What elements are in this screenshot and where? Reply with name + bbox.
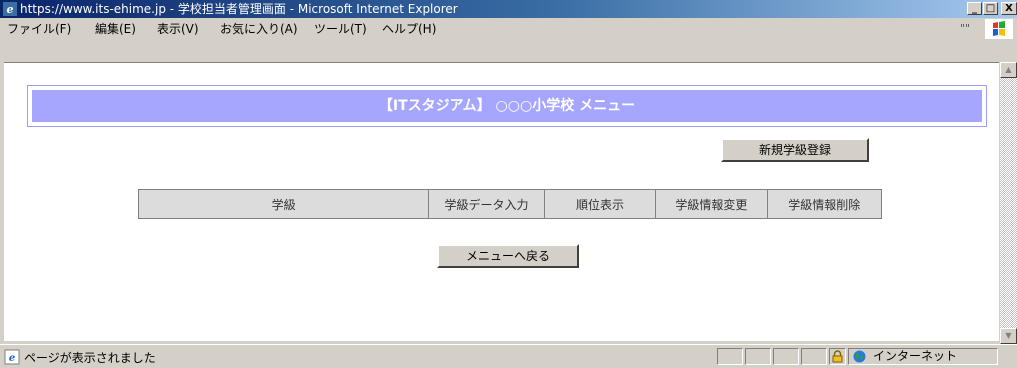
svg-text:e: e xyxy=(9,353,15,364)
menu-file[interactable]: ファイル(F) xyxy=(7,22,71,36)
banner-frame: 【ITスタジアム】 ○○○小学校 メニュー xyxy=(27,85,987,127)
status-panel xyxy=(717,348,743,365)
scroll-up-icon[interactable]: ▲ xyxy=(1000,62,1017,78)
status-text: ページが表示されました xyxy=(24,351,156,365)
status-panel xyxy=(773,348,799,365)
window-title: https://www.its-ehime.jp - 学校担当者管理画面 - M… xyxy=(20,2,458,16)
close-button[interactable]: X xyxy=(1001,2,1017,15)
security-panel xyxy=(829,348,846,365)
scroll-down-icon[interactable]: ▼ xyxy=(1000,328,1017,344)
page-title: 【ITスタジアム】 ○○○小学校 メニュー xyxy=(32,90,982,122)
toolbar-strip xyxy=(0,40,1017,62)
lock-icon xyxy=(832,350,843,363)
status-panel xyxy=(745,348,771,365)
page-done-icon: e xyxy=(4,349,20,365)
status-panel xyxy=(801,348,827,365)
title-bar[interactable]: e https://www.its-ehime.jp - 学校担当者管理画面 -… xyxy=(0,0,1017,18)
internet-globe-icon xyxy=(853,350,866,363)
back-to-menu-button[interactable]: メニューへ戻る xyxy=(437,244,579,268)
column-rank: 順位表示 xyxy=(543,189,657,219)
column-class: 学級 xyxy=(137,189,430,219)
new-class-button[interactable]: 新規学級登録 xyxy=(721,138,869,162)
menu-tools[interactable]: ツール(T) xyxy=(314,22,367,36)
table-header-row: 学級 学級データ入力 順位表示 学級情報変更 学級情報削除 xyxy=(137,189,883,219)
column-info-delete: 学級情報削除 xyxy=(766,189,883,219)
minimize-button[interactable]: _ xyxy=(967,2,982,15)
maximize-button[interactable]: □ xyxy=(983,2,998,15)
status-bar: e ページが表示されました インターネット xyxy=(0,344,1017,368)
menu-edit[interactable]: 編集(E) xyxy=(95,22,136,36)
security-zone: インターネット xyxy=(848,348,998,365)
browser-window: e https://www.its-ehime.jp - 学校担当者管理画面 -… xyxy=(0,0,1017,368)
page-content: 【ITスタジアム】 ○○○小学校 メニュー 新規学級登録 学級 学級データ入力 … xyxy=(4,62,999,341)
column-data-input: 学級データ入力 xyxy=(428,189,545,219)
menu-favorites[interactable]: お気に入り(A) xyxy=(220,22,298,36)
menu-bar: ファイル(F) 編集(E) 表示(V) お気に入り(A) ツール(T) ヘルプ(… xyxy=(0,18,1017,41)
svg-text:e: e xyxy=(7,3,14,16)
menu-overflow[interactable]: "" xyxy=(960,22,970,35)
menu-help[interactable]: ヘルプ(H) xyxy=(382,22,436,36)
zone-label: インターネット xyxy=(873,349,958,363)
column-info-change: 学級情報変更 xyxy=(655,189,768,219)
class-table: 学級 学級データ入力 順位表示 学級情報変更 学級情報削除 xyxy=(137,189,883,219)
menu-view[interactable]: 表示(V) xyxy=(157,22,199,36)
windows-logo-icon xyxy=(985,19,1013,39)
ie-icon: e xyxy=(3,2,17,16)
vertical-scrollbar[interactable]: ▲ ▼ xyxy=(1000,62,1017,344)
